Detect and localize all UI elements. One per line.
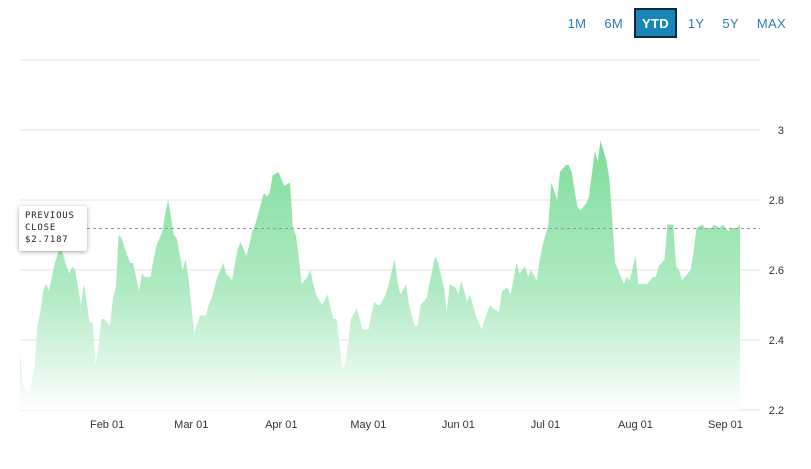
y-axis: 2.2 2.4 2.6 2.8 3 — [769, 125, 784, 417]
y-tick-label: 3 — [778, 125, 784, 137]
x-tick-label: Sep 01 — [708, 419, 743, 431]
area-chart[interactable]: 2.2 2.4 2.6 2.8 3 Feb 01 Mar 01 Apr 01 May 01 Ju… — [0, 0, 811, 469]
y-tick-label: 2.2 — [769, 405, 784, 417]
x-tick-label: Jun 01 — [442, 419, 475, 431]
x-axis: Feb 01 Mar 01 Apr 01 May 01 Jun 01 Jul 01 Aug … — [90, 419, 743, 431]
y-tick-label: 2.8 — [769, 195, 784, 207]
y-tick-label: 2.6 — [769, 265, 784, 277]
series-area[interactable] — [20, 140, 740, 411]
x-tick-label: Aug 01 — [618, 419, 653, 431]
tooltip-value: $2.7187 — [25, 235, 69, 245]
y-tick-label: 2.4 — [769, 335, 784, 347]
x-tick-label: Mar 01 — [174, 419, 208, 431]
tooltip-line1: PREVIOUS — [25, 211, 75, 221]
x-tick-label: May 01 — [350, 419, 386, 431]
previous-close-tooltip: PREVIOUS CLOSE $2.7187 — [19, 206, 87, 251]
price-chart-widget: 1M 6M YTD 1Y 5Y MAX 2.2 2.4 2.6 2.8 3 Feb 01… — [0, 0, 811, 469]
tooltip-line2: CLOSE — [25, 223, 57, 233]
x-tick-label: Feb 01 — [90, 419, 124, 431]
x-tick-label: Jul 01 — [531, 419, 560, 431]
x-tick-label: Apr 01 — [265, 419, 297, 431]
